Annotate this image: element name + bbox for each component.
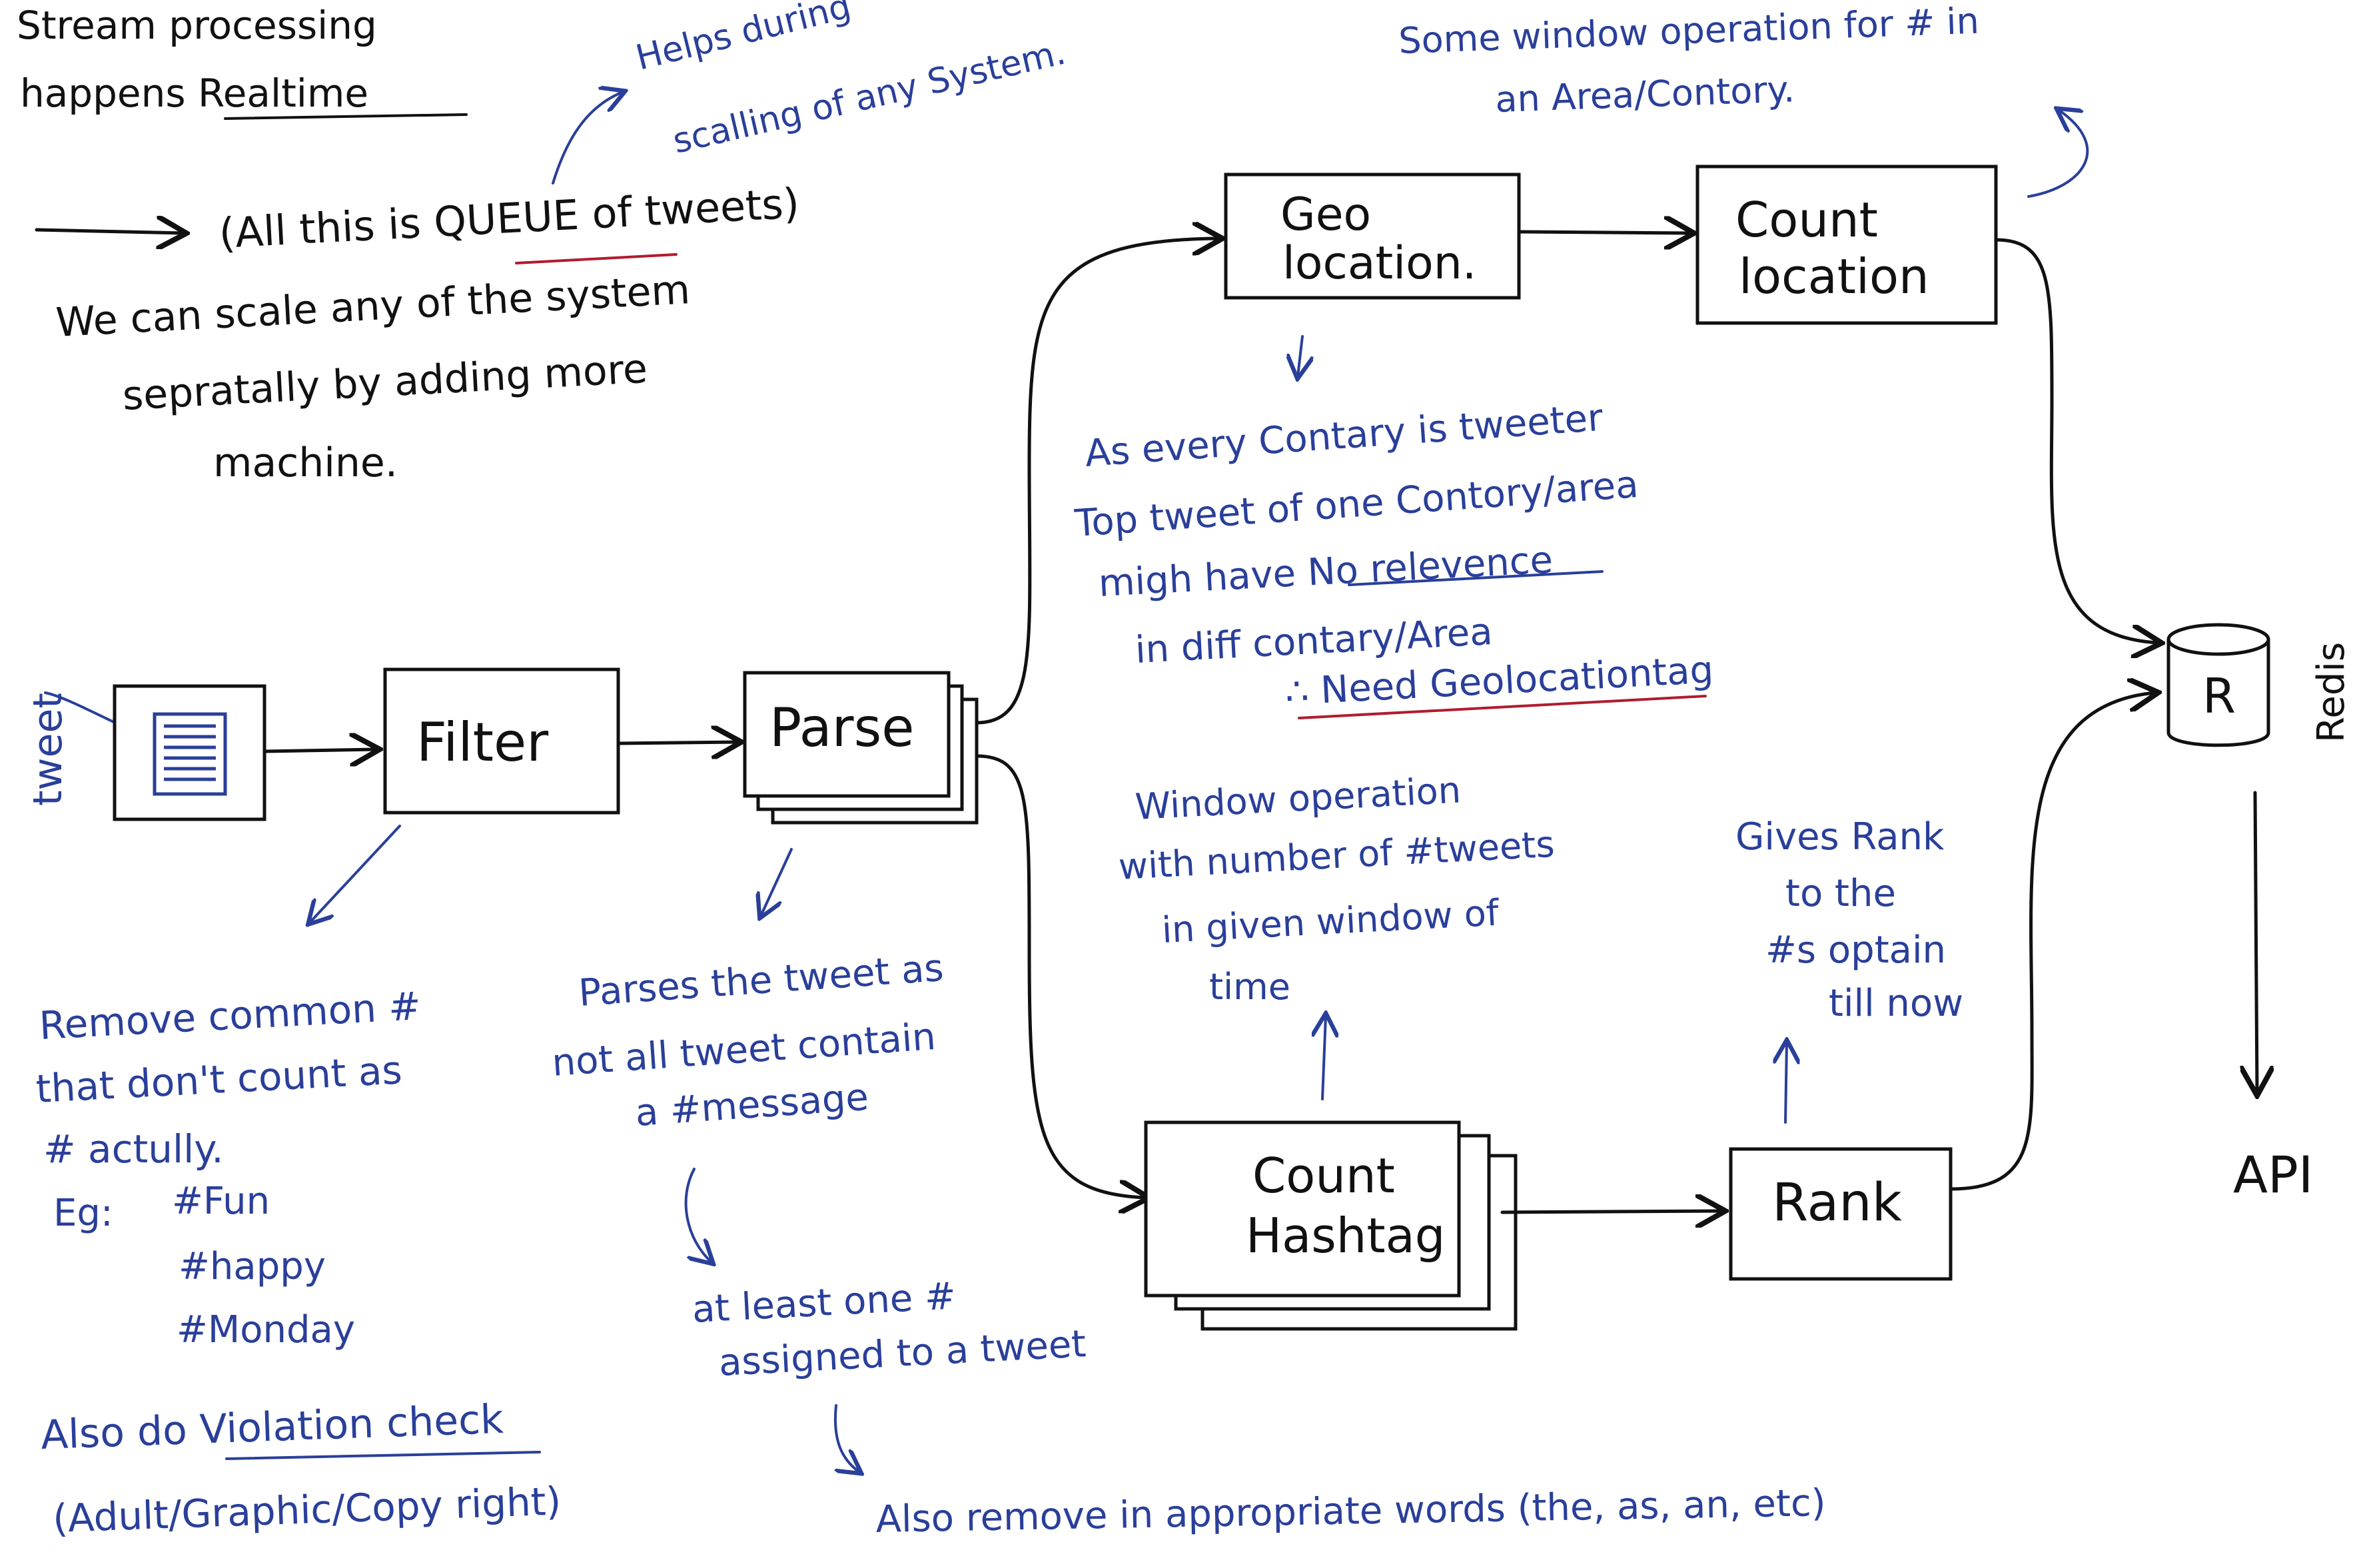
arrow-redis-api [2255, 791, 2257, 1092]
least-line1: at least one # [691, 1274, 957, 1332]
least-note-arrow [684, 1168, 711, 1262]
rank-note-line3: #s optain [1765, 929, 1946, 972]
scale-line2: sepratally by adding more [121, 346, 648, 420]
arrow-counthash-rank [1500, 1211, 1722, 1212]
helps-line1: Helps during [632, 0, 855, 79]
violation-underline [225, 1451, 541, 1460]
remove-words-arrow [833, 1404, 859, 1472]
filter-note-arrow [310, 825, 401, 923]
parse-note-line2: not all tweet contain [550, 1015, 937, 1085]
count-hashtag-line2: Hashtag [1246, 1208, 1445, 1264]
rank-note-line1: Gives Rank [1735, 815, 1945, 859]
violation-line2: (Adult/Graphic/Copy right) [52, 1478, 562, 1541]
queue-note: (All this is QUEUE of tweets) [218, 179, 801, 258]
filter-note-line3: # actully. [43, 1126, 224, 1172]
helps-arrow [552, 92, 623, 185]
api-label: API [2233, 1145, 2313, 1204]
filter-eg1: #Fun [172, 1180, 270, 1223]
violation-line1: Also do Violation check [40, 1396, 504, 1459]
least-line2: assigned to a tweet [717, 1322, 1087, 1385]
geo-note-line3: migh have No relevence [1097, 538, 1554, 605]
rank-note-line4: till now [1829, 982, 1963, 1025]
remove-words: Also remove in appropriate words (the, a… [875, 1481, 1826, 1541]
redis-label: Redis [2310, 642, 2353, 743]
stream-processing-diagram: Stream processing happens Realtime Helps… [17, 0, 2353, 1541]
window-top-arrow [2027, 110, 2089, 198]
queue-arrow [35, 230, 183, 233]
filter-note-line1: Remove common # [38, 983, 422, 1048]
filter-eg: Eg: [53, 1192, 113, 1235]
title-line1: Stream processing [17, 3, 377, 48]
filter-eg2: #happy [179, 1245, 326, 1288]
window-mid-line3: in given window of [1161, 891, 1501, 951]
window-top-line1: Some window operation for # in [1398, 0, 1980, 62]
geo-note-line2: Top tweet of one Contory/area [1073, 463, 1640, 546]
parse-note-arrow [761, 848, 793, 916]
geo-location-line1: Geo [1280, 189, 1371, 241]
geo-location-line2: location. [1282, 237, 1476, 290]
redis-symbol: R [2202, 668, 2236, 724]
geo-note-line1: As every Contary is tweeter [1083, 396, 1605, 476]
count-location-line2: location [1739, 248, 1929, 304]
scale-line1: We can scale any of the system [55, 266, 691, 346]
window-top-line2: an Area/Contory. [1494, 68, 1795, 121]
filter-label: Filter [416, 711, 548, 773]
queue-underline [515, 253, 678, 264]
window-mid-arrow [1322, 1016, 1326, 1100]
arrow-countloc-redis [1994, 238, 2158, 643]
tweet-source-box [113, 684, 266, 821]
parse-note-line3: a #message [634, 1076, 869, 1135]
count-location-line1: Count [1735, 192, 1878, 248]
arrow-parse-counthash [975, 754, 1146, 1198]
window-mid-line1: Window operation [1134, 769, 1462, 828]
parse-note-line1: Parses the tweet as [577, 947, 945, 1015]
arrow-rank-redis [1949, 693, 2155, 1191]
filter-note-line2: that don't count as [35, 1047, 403, 1112]
filter-eg3: #Monday [177, 1308, 355, 1352]
rank-note-line2: to the [1785, 872, 1896, 915]
rank-label: Rank [1772, 1173, 1902, 1233]
parse-label: Parse [769, 697, 914, 759]
rank-note-arrow [1785, 1042, 1787, 1124]
title-line2: happens Realtime [20, 71, 368, 116]
window-mid-line2: with number of #tweets [1117, 823, 1556, 888]
window-mid-line4: time [1209, 966, 1290, 1008]
geo-note-arrow [1298, 335, 1302, 376]
arrow-tweet-filter [262, 749, 376, 751]
scale-line3: machine. [213, 440, 398, 486]
arrow-geo-countloc [1517, 232, 1691, 233]
count-hashtag-line1: Count [1252, 1148, 1395, 1204]
arrow-filter-parse [616, 742, 738, 743]
tweet-label: tweet [25, 693, 71, 806]
